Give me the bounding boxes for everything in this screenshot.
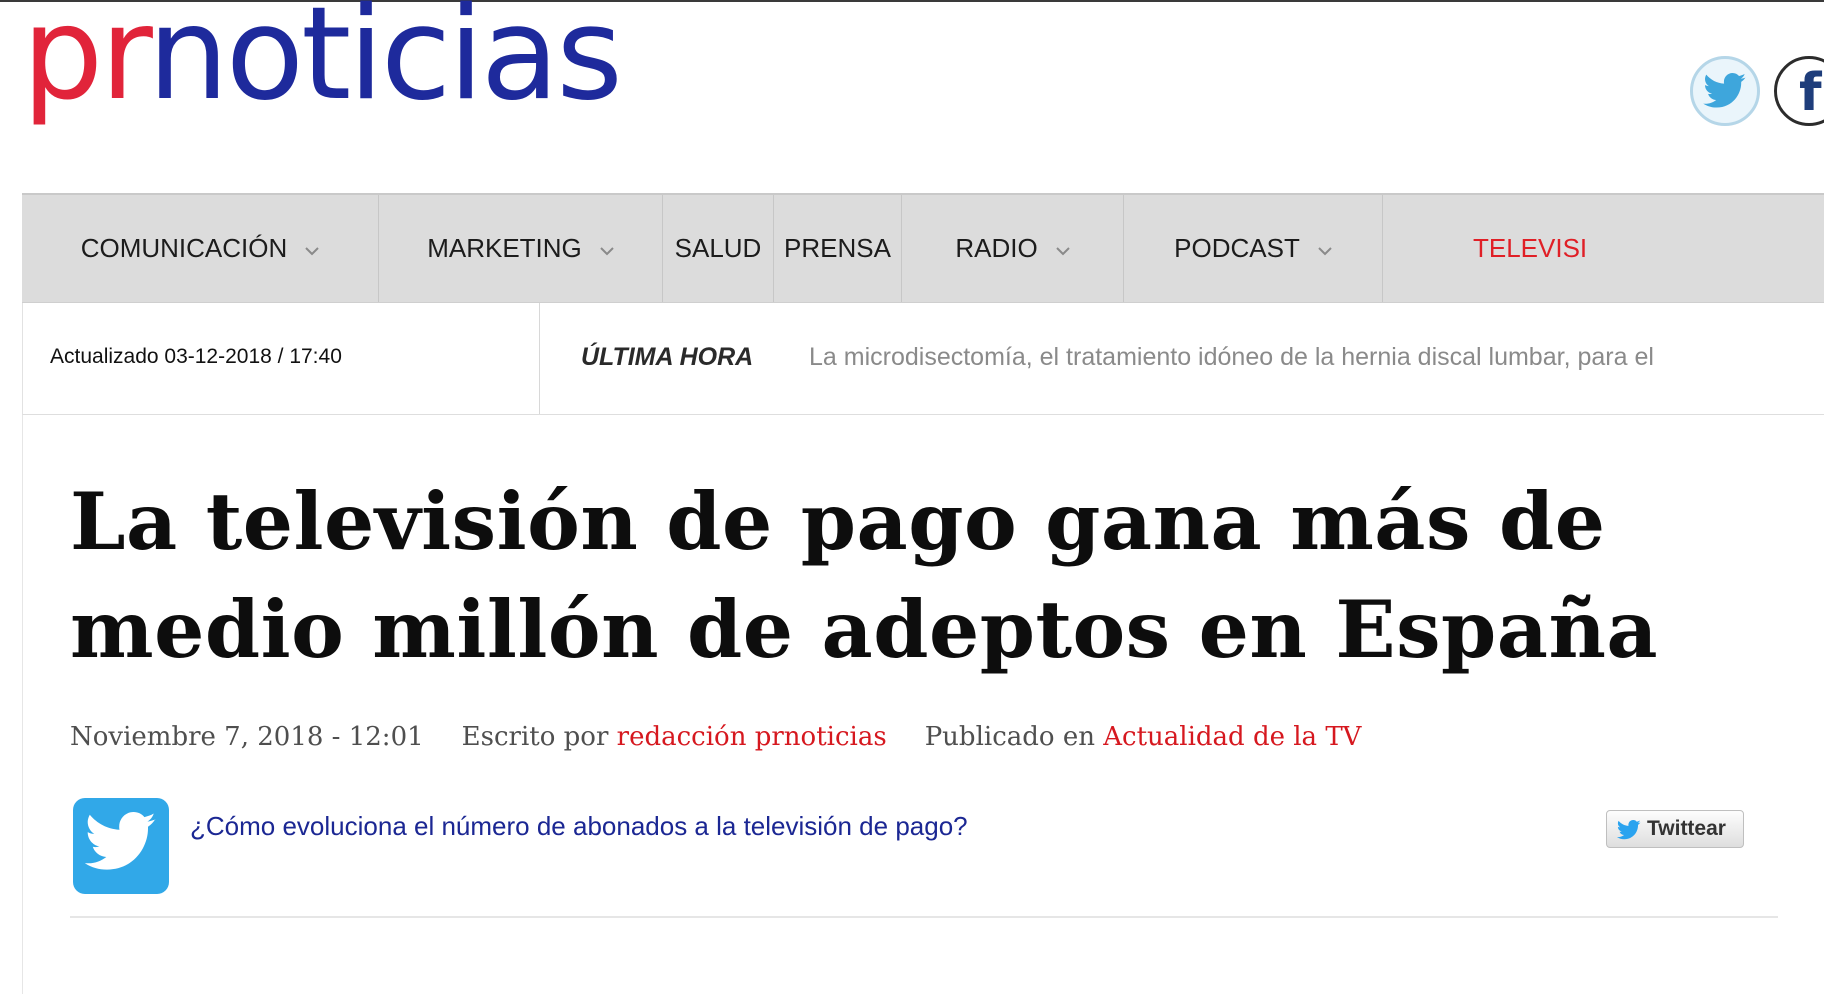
logo-suffix: noticias	[147, 0, 623, 129]
site-logo[interactable]: prnoticias	[22, 0, 623, 132]
nav-item-label: PODCAST	[1174, 233, 1300, 263]
nav-item-marketing[interactable]: MARKETING	[379, 195, 663, 302]
facebook-social-button[interactable]: f	[1774, 56, 1824, 126]
content-border	[22, 415, 23, 994]
ticker-divider	[539, 303, 540, 414]
published-in-label: Publicado en	[924, 722, 1095, 752]
twitter-social-button[interactable]	[1690, 56, 1760, 126]
nav-item-prensa[interactable]: PRENSA	[774, 195, 902, 302]
breaking-news-bar: Actualizado 03-12-2018 / 17:40 ÚLTIMA HO…	[22, 303, 1824, 415]
written-by-label: Escrito por	[461, 722, 609, 752]
nav-item-salud[interactable]: SALUD	[663, 195, 774, 302]
tweetable-quote[interactable]: ¿Cómo evoluciona el número de abonados a…	[190, 811, 968, 842]
twitter-icon	[1703, 73, 1746, 108]
breaking-news-headline[interactable]: La microdisectomía, el tratamiento idóne…	[809, 343, 1654, 372]
nav-item-podcast[interactable]: PODCAST	[1124, 195, 1383, 302]
twittear-label: Twittear	[1647, 817, 1726, 840]
article-title-line-2: medio millón de adeptos en España	[70, 583, 1659, 676]
article-date: Noviembre 7, 2018 - 12:01	[70, 722, 424, 752]
chevron-down-icon	[600, 194, 614, 301]
article-meta: Noviembre 7, 2018 - 12:01 Escrito por red…	[70, 722, 1361, 752]
nav-item-label: PRENSA	[784, 233, 891, 263]
facebook-icon: f	[1799, 63, 1822, 123]
chevron-down-icon	[1055, 194, 1070, 301]
last-updated: Actualizado 03-12-2018 / 17:40	[50, 345, 342, 368]
category-link[interactable]: Actualidad de la TV	[1103, 722, 1361, 752]
nav-item-label: SALUD	[674, 233, 762, 263]
nav-item-label: COMUNICACIÓN	[80, 233, 288, 263]
nav-item-label: TELEVISI	[1473, 233, 1588, 263]
twittear-button[interactable]: Twittear	[1606, 810, 1744, 848]
twitter-icon	[1617, 820, 1641, 840]
nav-item-radio[interactable]: RADIO	[902, 195, 1124, 302]
main-navigation: COMUNICACIÓN MARKETING SALUD PRENSA RADI…	[22, 193, 1824, 303]
nav-item-label: RADIO	[955, 233, 1038, 263]
article-title-line-1: La televisión de pago gana más de	[70, 475, 1606, 568]
breaking-news-label: ÚLTIMA HORA	[581, 343, 754, 371]
chevron-down-icon	[1318, 194, 1332, 301]
article-title: La televisión de pago gana más de medio …	[70, 468, 1690, 684]
author-link[interactable]: redacción prnoticias	[617, 722, 887, 752]
nav-item-label: MARKETING	[427, 233, 582, 263]
nav-item-television[interactable]: TELEVISI	[1383, 195, 1824, 302]
nav-item-comunicacion[interactable]: COMUNICACIÓN	[22, 195, 379, 302]
logo-prefix: pr	[22, 0, 151, 129]
divider	[70, 916, 1778, 918]
chevron-down-icon	[305, 194, 319, 301]
tweet-quote-icon	[73, 798, 169, 894]
